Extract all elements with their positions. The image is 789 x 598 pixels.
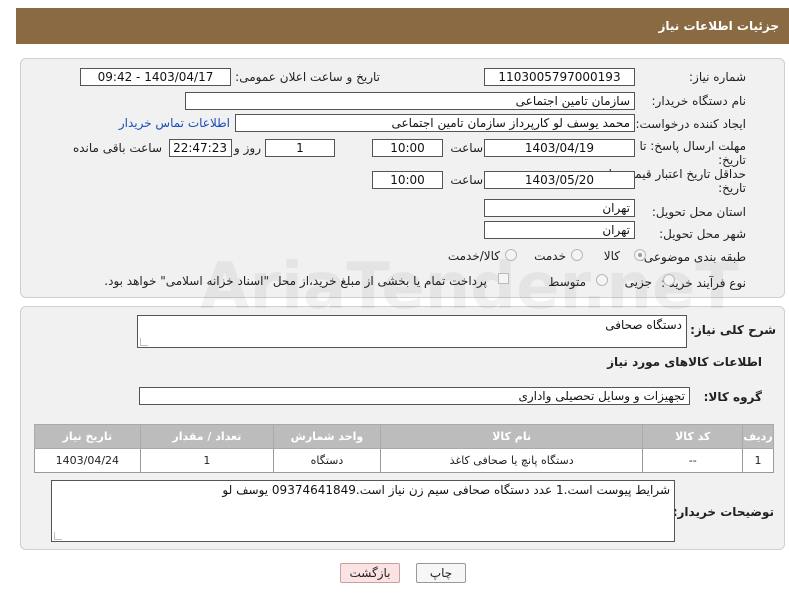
price-validity-time-field: 10:00 — [372, 171, 443, 189]
goods-table: ردیف کد کالا نام کالا واحد شمارش تعداد /… — [34, 424, 774, 473]
resize-grip-icon[interactable] — [140, 338, 148, 346]
cell-need-date: 1403/04/24 — [34, 448, 141, 473]
category-service-radio[interactable] — [571, 249, 583, 261]
remaining-time-field: 22:47:23 — [169, 139, 232, 157]
table-header-row: ردیف کد کالا نام کالا واحد شمارش تعداد /… — [34, 424, 774, 449]
category-goods-radio[interactable] — [634, 249, 646, 261]
cell-quantity: 1 — [139, 448, 275, 473]
category-label: طبقه بندی موضوعی: — [639, 250, 746, 264]
col-goods-code: کد کالا — [642, 424, 743, 449]
col-need-date: تاریخ نیاز — [34, 424, 141, 449]
page-title: جزئیات اطلاعات نیاز — [658, 19, 779, 33]
province-field: تهران — [484, 199, 635, 217]
city-label: شهر محل تحویل: — [659, 227, 746, 241]
remaining-time-label: ساعت باقی مانده — [72, 141, 162, 155]
goods-group-label: گروه کالا: — [703, 390, 762, 404]
price-validity-time-label: ساعت — [450, 173, 483, 187]
cell-unit: دستگاه — [273, 448, 381, 473]
reply-time-field: 10:00 — [372, 139, 443, 157]
cell-goods-name: دستگاه پانچ یا صحافی کاغذ — [379, 448, 644, 473]
reply-date-field: 1403/04/19 — [484, 139, 635, 157]
buyer-contact-link[interactable]: اطلاعات تماس خریدار — [119, 116, 230, 130]
creator-field: محمد یوسف لو کارپرداز سازمان تامین اجتما… — [235, 114, 635, 132]
process-minor-label: جزیی — [624, 275, 652, 289]
creator-label: ایجاد کننده درخواست: — [635, 117, 746, 131]
goods-group-field: تجهیزات و وسایل تحصیلی واداری — [139, 387, 690, 405]
province-label: استان محل تحویل: — [651, 205, 746, 219]
reply-deadline-label-2: تاریخ: — [718, 153, 746, 167]
category-goods-service-radio[interactable] — [505, 249, 517, 261]
buyer-org-label: نام دستگاه خریدار: — [651, 94, 747, 108]
city-field: تهران — [484, 221, 635, 239]
buyer-org-field: سازمان تامین اجتماعی — [185, 92, 635, 110]
process-medium-radio[interactable] — [596, 274, 608, 286]
resize-grip-icon[interactable] — [54, 532, 62, 540]
process-medium-label: متوسط — [548, 275, 586, 289]
treasury-payment-note: پرداخت تمام یا بخشی از مبلغ خرید،از محل … — [104, 274, 487, 288]
col-unit: واحد شمارش — [273, 424, 381, 449]
buyer-notes-label: توضیحات خریدار: — [672, 505, 774, 519]
treasury-payment-checkbox[interactable] — [498, 273, 509, 284]
summary-textarea: دستگاه صحافی — [137, 315, 687, 348]
need-number-label: شماره نیاز: — [689, 70, 746, 84]
need-number-field: 1103005797000193 — [484, 68, 635, 86]
back-button[interactable]: بازگشت — [340, 563, 400, 583]
cell-goods-code: -- — [642, 448, 743, 473]
page-header: جزئیات اطلاعات نیاز — [16, 8, 789, 44]
days-label: روز و — [234, 141, 261, 155]
summary-text: دستگاه صحافی — [605, 318, 682, 332]
process-minor-radio[interactable] — [663, 274, 675, 286]
col-quantity: تعداد / مقدار — [139, 424, 275, 449]
summary-label: شرح کلی نیاز: — [690, 323, 776, 337]
col-goods-name: نام کالا — [379, 424, 644, 449]
buyer-notes-textarea: شرایط پیوست است.1 عدد دستگاه صحافی سیم ز… — [51, 480, 675, 542]
print-button[interactable]: چاپ — [416, 563, 466, 583]
category-service-label: خدمت — [534, 249, 566, 263]
announce-date-label: تاریخ و ساعت اعلان عمومی: — [235, 70, 380, 84]
goods-info-title: اطلاعات کالاهای مورد نیاز — [607, 355, 762, 369]
buyer-notes-text: شرایط پیوست است.1 عدد دستگاه صحافی سیم ز… — [222, 483, 670, 497]
col-row-number: ردیف — [742, 424, 774, 449]
category-goods-label: کالا — [603, 249, 620, 263]
days-remaining-field: 1 — [265, 139, 335, 157]
reply-deadline-label: مهلت ارسال پاسخ: تا — [639, 139, 746, 153]
cell-row-number: 1 — [742, 448, 774, 473]
price-validity-date-field: 1403/05/20 — [484, 171, 635, 189]
reply-time-label: ساعت — [450, 141, 483, 155]
category-goods-service-label: کالا/خدمت — [447, 249, 500, 263]
table-row: 1 -- دستگاه پانچ یا صحافی کاغذ دستگاه 1 … — [34, 448, 774, 473]
announce-date-field: 1403/04/17 - 09:42 — [80, 68, 231, 86]
price-validity-label-2: تاریخ: — [718, 181, 746, 195]
